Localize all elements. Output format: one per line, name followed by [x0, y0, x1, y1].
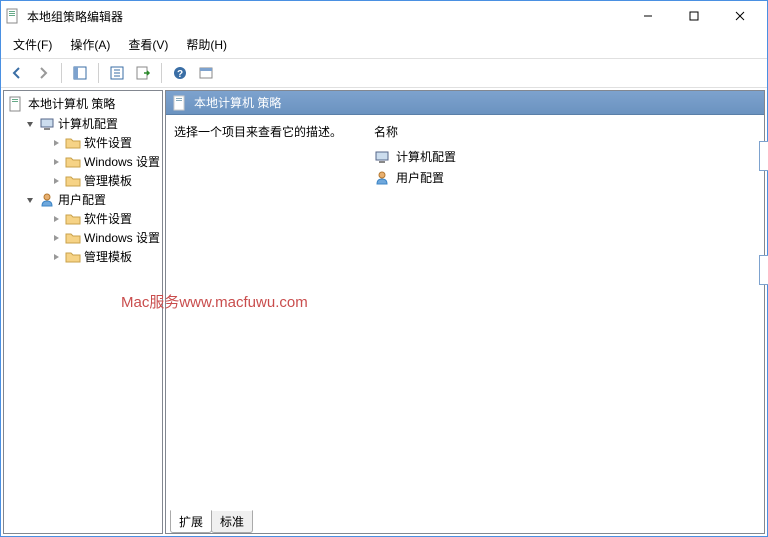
tree-node-label: 管理模板	[84, 248, 132, 265]
tree-node-windows-settings[interactable]: Windows 设置	[6, 152, 160, 171]
menu-help[interactable]: 帮助(H)	[178, 33, 235, 56]
content-body: 本地计算机 策略 计算机配置 软件设置 Windows 设置 管理模板	[1, 88, 767, 536]
list-pane: 名称 计算机配置 用户配置	[374, 123, 756, 525]
menu-file[interactable]: 文件(F)	[5, 33, 60, 56]
policy-icon	[172, 95, 188, 111]
app-window: 本地组策略编辑器 文件(F) 操作(A) 查看(V) 帮助(H)	[0, 0, 768, 537]
tree-root[interactable]: 本地计算机 策略	[6, 93, 160, 114]
list-item-label: 计算机配置	[396, 148, 456, 165]
window-title: 本地组策略编辑器	[27, 8, 625, 25]
tree-node-label: 软件设置	[84, 210, 132, 227]
computer-icon	[374, 149, 390, 165]
menu-action[interactable]: 操作(A)	[62, 33, 118, 56]
tree-node-computer-config[interactable]: 计算机配置	[6, 114, 160, 133]
details-header-title: 本地计算机 策略	[194, 94, 281, 111]
maximize-button[interactable]	[671, 2, 717, 30]
list-item-user-config[interactable]: 用户配置	[374, 167, 756, 188]
tree-node-admin-templates[interactable]: 管理模板	[6, 247, 160, 266]
window-controls	[625, 2, 763, 30]
tab-standard[interactable]: 标准	[211, 510, 253, 533]
expand-icon[interactable]	[50, 251, 62, 263]
computer-icon	[39, 116, 55, 132]
expand-icon[interactable]	[50, 175, 62, 187]
tab-extended[interactable]: 扩展	[170, 510, 212, 533]
properties-button[interactable]	[105, 61, 129, 85]
description-text: 选择一个项目来查看它的描述。	[174, 123, 354, 140]
tree-root-label: 本地计算机 策略	[28, 95, 115, 112]
folder-icon	[65, 135, 81, 151]
svg-text:?: ?	[177, 69, 183, 80]
tree-node-user-config[interactable]: 用户配置	[6, 190, 160, 209]
user-icon	[374, 170, 390, 186]
tree-node-admin-templates[interactable]: 管理模板	[6, 171, 160, 190]
tree-node-software-settings[interactable]: 软件设置	[6, 209, 160, 228]
tree-pane[interactable]: 本地计算机 策略 计算机配置 软件设置 Windows 设置 管理模板	[3, 90, 163, 534]
description-pane: 选择一个项目来查看它的描述。	[174, 123, 354, 525]
side-indicator	[759, 141, 768, 171]
expand-icon[interactable]	[50, 213, 62, 225]
policy-icon	[8, 96, 24, 112]
tree-node-label: 用户配置	[58, 191, 106, 208]
tree-node-label: Windows 设置	[84, 229, 160, 246]
menubar: 文件(F) 操作(A) 查看(V) 帮助(H)	[1, 31, 767, 58]
folder-icon	[65, 154, 81, 170]
folder-icon	[65, 211, 81, 227]
minimize-button[interactable]	[625, 2, 671, 30]
collapse-icon[interactable]	[24, 118, 36, 130]
folder-icon	[65, 173, 81, 189]
user-icon	[39, 192, 55, 208]
tree-node-label: 软件设置	[84, 134, 132, 151]
tab-strip: 扩展 标准	[166, 510, 252, 533]
toolbar-separator	[61, 63, 62, 83]
expand-icon[interactable]	[50, 156, 62, 168]
menu-view[interactable]: 查看(V)	[120, 33, 176, 56]
expand-icon[interactable]	[50, 232, 62, 244]
tree-node-label: 管理模板	[84, 172, 132, 189]
folder-icon	[65, 249, 81, 265]
toolbar: ?	[1, 58, 767, 88]
expand-icon[interactable]	[50, 137, 62, 149]
close-button[interactable]	[717, 2, 763, 30]
tree-node-software-settings[interactable]: 软件设置	[6, 133, 160, 152]
side-indicator	[759, 255, 768, 285]
details-header: 本地计算机 策略	[166, 91, 764, 115]
filter-button[interactable]	[194, 61, 218, 85]
folder-icon	[65, 230, 81, 246]
toolbar-separator	[161, 63, 162, 83]
export-button[interactable]	[131, 61, 155, 85]
list-item-label: 用户配置	[396, 169, 444, 186]
help-button[interactable]: ?	[168, 61, 192, 85]
collapse-icon[interactable]	[24, 194, 36, 206]
tree-node-label: Windows 设置	[84, 153, 160, 170]
app-icon	[5, 8, 21, 24]
tree-node-label: 计算机配置	[58, 115, 118, 132]
toolbar-separator	[98, 63, 99, 83]
column-header-name[interactable]: 名称	[374, 123, 756, 146]
details-pane: 本地计算机 策略 选择一个项目来查看它的描述。 名称 计算机配置 用户配置	[165, 90, 765, 534]
titlebar: 本地组策略编辑器	[1, 1, 767, 31]
tree-node-windows-settings[interactable]: Windows 设置	[6, 228, 160, 247]
list-item-computer-config[interactable]: 计算机配置	[374, 146, 756, 167]
forward-button[interactable]	[31, 61, 55, 85]
details-body: 选择一个项目来查看它的描述。 名称 计算机配置 用户配置	[166, 115, 764, 533]
back-button[interactable]	[5, 61, 29, 85]
show-hide-tree-button[interactable]	[68, 61, 92, 85]
